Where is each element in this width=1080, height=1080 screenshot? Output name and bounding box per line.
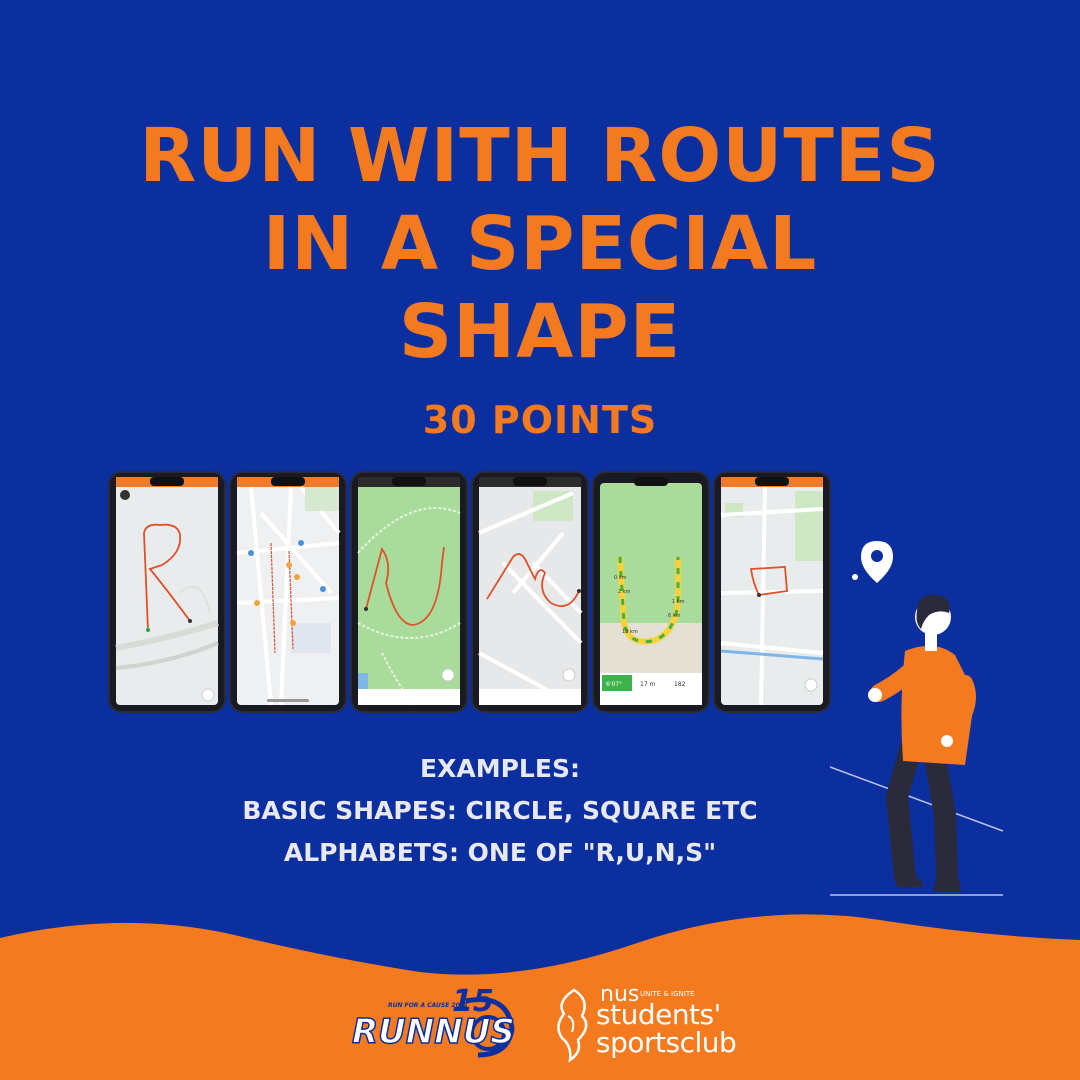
- cadence-readout: 182: [674, 681, 686, 688]
- phone-screenshots-row: 6'07" 17 m 182 0 km 2 km 1 km 6 km 13 km: [108, 473, 832, 713]
- poster-background: RUN WITH ROUTES IN A SPECIAL SHAPE 30 PO…: [0, 0, 1080, 1080]
- points-label: 30 POINTS: [422, 398, 658, 442]
- phone-screen-street-map: [236, 477, 341, 706]
- phone-screen-n: [478, 477, 583, 705]
- title-line-2: IN A SPECIAL: [262, 201, 818, 287]
- sponsor-logos: 15 RUN FOR A CAUSE 2021 RUNNUS nus UNITE…: [340, 980, 760, 1070]
- pace-readout: 6'07": [606, 681, 622, 688]
- phone-screenshot-u: [352, 473, 466, 711]
- km-marker-1: 1 km: [672, 599, 685, 605]
- ssc-sportsclub-text: sportsclub: [596, 1026, 737, 1059]
- runnus-wordmark: RUNNUS: [352, 1012, 515, 1052]
- phone-screen-u: [357, 477, 461, 706]
- title-line-3: SHAPE: [398, 289, 682, 375]
- examples-basic-shapes: BASIC SHAPES: CIRCLE, SQUARE ETC: [242, 796, 758, 825]
- phone-screen-u-track: 6'07" 17 m 182 0 km 2 km 1 km 6 km 13 km: [600, 477, 702, 705]
- phone-screenshot-u-track: 6'07" 17 m 182 0 km 2 km 1 km 6 km 13 km: [594, 473, 708, 711]
- km-marker-6: 6 km: [668, 613, 681, 619]
- phone-screenshot-square: [715, 473, 829, 711]
- phone-screenshot-n: [473, 473, 587, 711]
- km-marker-13: 13 km: [622, 629, 638, 635]
- flame-runner-icon: [557, 988, 588, 1063]
- phone-screen-square: [720, 477, 824, 706]
- phone-screen-r: [115, 477, 219, 705]
- ssc-tagline: UNITE & IGNITE: [640, 990, 695, 998]
- poster-title: RUN WITH ROUTES IN A SPECIAL SHAPE: [0, 112, 1080, 376]
- km-marker-2: 2 km: [618, 589, 631, 595]
- elevation-readout: 17 m: [640, 681, 656, 688]
- phone-screenshot-street-map: [231, 473, 345, 711]
- runnus-tagline: RUN FOR A CAUSE 2021: [388, 1002, 468, 1009]
- runnus-logo: 15 RUN FOR A CAUSE 2021 RUNNUS: [351, 985, 516, 1058]
- runner-illustration: [829, 541, 1004, 896]
- examples-alphabets: ALPHABETS: ONE OF "R,U,N,S": [283, 838, 717, 867]
- title-line-1: RUN WITH ROUTES: [139, 113, 941, 199]
- examples-block: EXAMPLES: BASIC SHAPES: CIRCLE, SQUARE E…: [200, 748, 800, 874]
- examples-heading: EXAMPLES:: [420, 754, 580, 783]
- students-sportsclub-logo: nus UNITE & IGNITE students' sportsclub: [552, 982, 762, 1066]
- location-pin-icon: [852, 541, 893, 583]
- phone-screenshot-r: [110, 473, 224, 711]
- km-marker-0: 0 km: [614, 575, 627, 581]
